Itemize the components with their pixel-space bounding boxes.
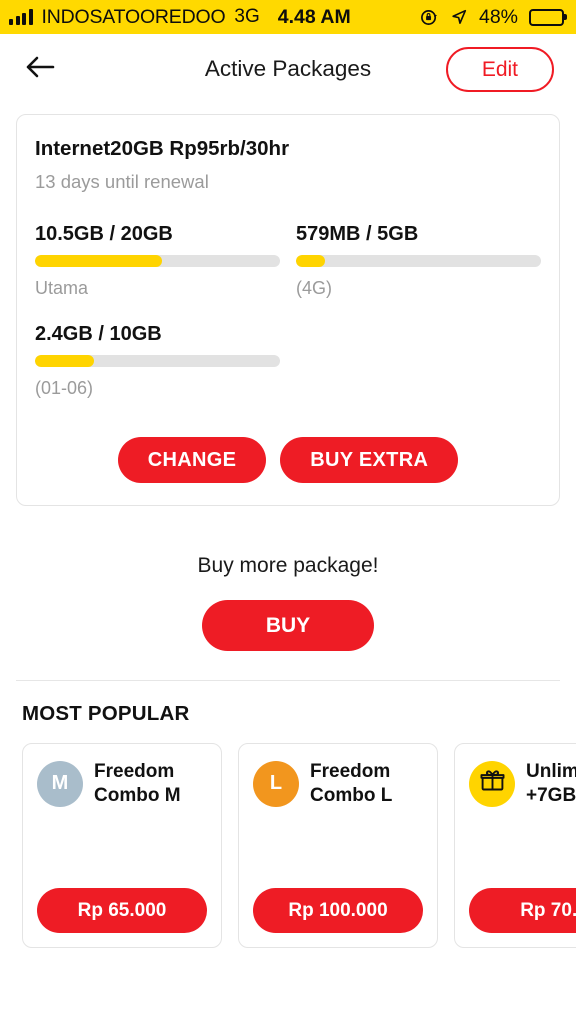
gift-icon bbox=[479, 767, 506, 800]
status-bar-right: 48% bbox=[420, 6, 564, 29]
avatar-letter: L bbox=[269, 772, 283, 795]
promo-card-name: Unlim +7GB bbox=[526, 761, 576, 806]
quota-amount: 2.4GB / 10GB bbox=[35, 323, 162, 345]
promo-card-name: Freedom Combo L bbox=[310, 761, 393, 806]
quota-label: Utama bbox=[35, 278, 89, 298]
promo-card-header: Unlim +7GB bbox=[469, 760, 576, 808]
quota-progress-bar bbox=[35, 255, 280, 267]
quota-grid-row-2: 2.4GB / 10GB (01-06) bbox=[35, 323, 541, 399]
package-name: Internet20GB Rp95rb/30hr bbox=[35, 137, 290, 160]
promo-card-header: L Freedom Combo L bbox=[253, 760, 423, 808]
quota-progress-fill bbox=[35, 255, 163, 267]
quota-item: 10.5GB / 20GB Utama bbox=[35, 223, 280, 299]
quota-item: 2.4GB / 10GB (01-06) bbox=[35, 323, 280, 399]
quota-progress-bar bbox=[296, 255, 541, 267]
quota-progress-fill bbox=[296, 255, 326, 267]
promo-card[interactable]: M Freedom Combo M Rp 65.000 bbox=[22, 743, 222, 948]
promo-card-header: M Freedom Combo M bbox=[37, 760, 207, 808]
promo-price-button[interactable]: Rp 65.000 bbox=[37, 888, 207, 933]
promo-price-button[interactable]: Rp 100.000 bbox=[253, 888, 423, 933]
back-arrow-icon bbox=[25, 54, 55, 85]
quota-progress-fill bbox=[35, 355, 94, 367]
rotation-lock-icon bbox=[420, 8, 439, 27]
section-divider bbox=[16, 680, 560, 681]
battery-percent: 48% bbox=[478, 5, 518, 28]
quota-label: (4G) bbox=[296, 278, 332, 298]
avatar: M bbox=[37, 760, 83, 807]
signal-bars-icon bbox=[9, 9, 33, 25]
status-bar-clock: 4.48 AM bbox=[277, 5, 351, 28]
package-actions: CHANGE BUY EXTRA bbox=[35, 437, 541, 483]
avatar bbox=[469, 760, 515, 807]
buy-button-wrapper: BUY bbox=[0, 600, 576, 651]
promo-card[interactable]: L Freedom Combo L Rp 100.000 bbox=[238, 743, 438, 948]
status-bar: INDOSATOOREDOO 3G 4.48 AM 48% bbox=[0, 0, 576, 34]
buy-button[interactable]: BUY bbox=[201, 600, 375, 651]
promo-card[interactable]: Unlim +7GB Rp 70.0 bbox=[454, 743, 576, 948]
package-renewal-text: 13 days until renewal bbox=[35, 171, 209, 192]
quota-grid-row-1: 10.5GB / 20GB Utama 579MB / 5GB (4G) bbox=[35, 223, 541, 299]
most-popular-title: MOST POPULAR bbox=[22, 702, 190, 725]
promo-card-name: Freedom Combo M bbox=[94, 761, 181, 806]
promo-price-button[interactable]: Rp 70.0 bbox=[469, 888, 576, 933]
active-package-card: Internet20GB Rp95rb/30hr 13 days until r… bbox=[16, 114, 560, 506]
battery-icon bbox=[529, 8, 564, 26]
change-button[interactable]: CHANGE bbox=[117, 437, 267, 483]
quota-amount: 10.5GB / 20GB bbox=[35, 223, 173, 245]
quota-item: 579MB / 5GB (4G) bbox=[296, 223, 541, 299]
edit-button[interactable]: Edit bbox=[445, 46, 554, 92]
status-bar-left: INDOSATOOREDOO 3G 4.48 AM bbox=[9, 6, 351, 29]
buy-extra-button[interactable]: BUY EXTRA bbox=[280, 437, 459, 483]
network-type: 3G bbox=[234, 6, 260, 27]
avatar-letter: M bbox=[51, 772, 69, 795]
buy-more-label: Buy more package! bbox=[197, 554, 379, 577]
avatar: L bbox=[253, 760, 299, 807]
back-button[interactable] bbox=[18, 47, 62, 91]
quota-label: (01-06) bbox=[35, 378, 94, 398]
most-popular-carousel[interactable]: M Freedom Combo M Rp 65.000 L Freedom Co… bbox=[0, 743, 576, 948]
carrier-name: INDOSATOOREDOO bbox=[41, 5, 226, 28]
quota-amount: 579MB / 5GB bbox=[296, 223, 419, 245]
location-arrow-icon bbox=[450, 8, 468, 26]
quota-progress-bar bbox=[35, 355, 280, 367]
app-header: Active Packages Edit bbox=[0, 34, 576, 104]
